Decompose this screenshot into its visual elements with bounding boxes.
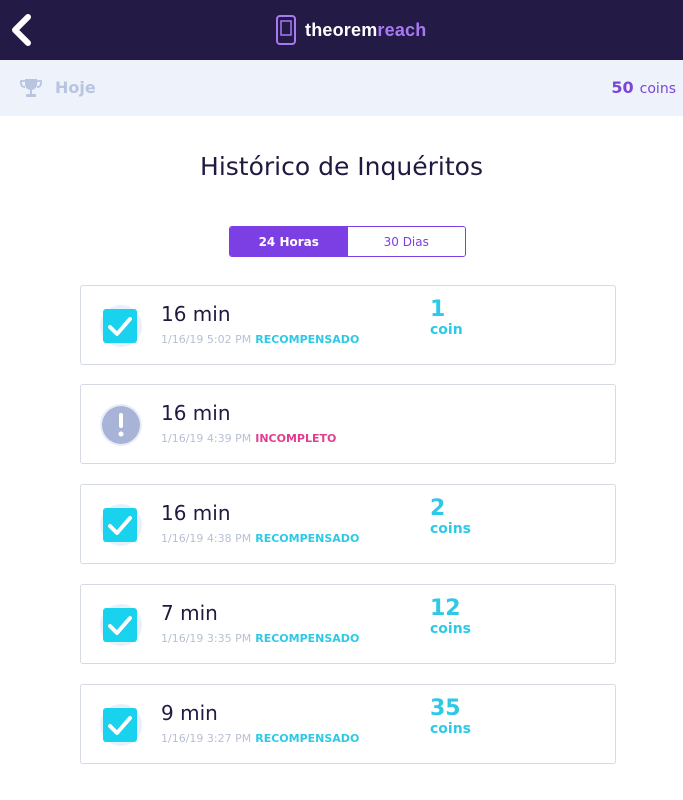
brand-name-part1: theorem [305, 19, 378, 40]
reward-amount: 1 [430, 297, 446, 322]
survey-duration: 16 min [161, 501, 231, 525]
survey-status: RECOMPENSADO [255, 632, 360, 645]
chevron-left-icon [12, 14, 31, 46]
time-range-toggle: 24 Horas 30 Dias [229, 226, 466, 257]
survey-duration: 7 min [161, 601, 218, 625]
coin-balance-value: 50 [611, 78, 634, 97]
reward-unit: coins [430, 621, 472, 637]
tab-30-days[interactable]: 30 Dias [347, 227, 465, 256]
survey-row[interactable]: 16 min 1/16/19 4:39 PM INCOMPLETO [80, 384, 616, 464]
brand-name-part2: reach [377, 19, 427, 40]
survey-datetime: 1/16/19 4:39 PM [161, 432, 252, 445]
survey-status: INCOMPLETO [255, 432, 337, 445]
survey-meta: 1/16/19 5:02 PM RECOMPENSADO [161, 333, 359, 346]
survey-meta: 1/16/19 4:38 PM RECOMPENSADO [161, 532, 359, 545]
tab-24-hours[interactable]: 24 Horas [230, 227, 348, 256]
survey-reward: 12 coins [430, 596, 472, 638]
survey-row[interactable]: 9 min 1/16/19 3:27 PM RECOMPENSADO 35 coin… [80, 684, 616, 764]
trophy-icon [20, 79, 42, 97]
top-bar: theoremreach [0, 0, 683, 60]
checkbox-checked-icon [100, 305, 142, 347]
survey-row[interactable]: 16 min 1/16/19 5:02 PM RECOMPENSADO 1 coin [80, 285, 616, 365]
reward-unit: coins [430, 521, 472, 537]
period-label: Hoje [55, 78, 96, 97]
phone-icon [276, 15, 296, 45]
survey-reward: 35 coins [430, 696, 472, 738]
survey-duration: 9 min [161, 701, 218, 725]
checkbox-checked-icon [100, 504, 142, 546]
reward-unit: coins [430, 721, 472, 737]
page-title: Histórico de Inquéritos [200, 152, 483, 181]
reward-amount: 35 [430, 696, 461, 721]
survey-reward: 2 coins [430, 496, 472, 538]
survey-datetime: 1/16/19 5:02 PM [161, 333, 252, 346]
checkbox-checked-icon [100, 704, 142, 746]
survey-row[interactable]: 7 min 1/16/19 3:35 PM RECOMPENSADO 12 coin… [80, 584, 616, 664]
survey-datetime: 1/16/19 4:38 PM [161, 532, 252, 545]
reward-amount: 2 [430, 496, 446, 521]
survey-status: RECOMPENSADO [255, 532, 360, 545]
survey-meta: 1/16/19 3:35 PM RECOMPENSADO [161, 632, 359, 645]
survey-reward: 1 coin [430, 297, 463, 339]
coin-balance: 50 coins [611, 78, 676, 97]
back-button[interactable] [8, 12, 36, 48]
survey-row[interactable]: 16 min 1/16/19 4:38 PM RECOMPENSADO 2 coin… [80, 484, 616, 564]
survey-datetime: 1/16/19 3:35 PM [161, 632, 252, 645]
coin-balance-unit: coins [639, 81, 676, 97]
survey-status: RECOMPENSADO [255, 732, 360, 745]
reward-amount: 12 [430, 596, 461, 621]
survey-meta: 1/16/19 3:27 PM RECOMPENSADO [161, 732, 359, 745]
reward-unit: coin [430, 322, 463, 338]
brand-logo: theoremreach [275, 14, 426, 46]
alert-icon [100, 404, 142, 446]
survey-duration: 16 min [161, 401, 231, 425]
survey-status: RECOMPENSADO [255, 333, 360, 346]
checkbox-checked-icon [100, 604, 142, 646]
survey-datetime: 1/16/19 3:27 PM [161, 732, 252, 745]
brand-name: theoremreach [305, 20, 426, 41]
summary-bar: Hoje 50 coins [0, 60, 683, 116]
survey-meta: 1/16/19 4:39 PM INCOMPLETO [161, 432, 336, 445]
survey-duration: 16 min [161, 302, 231, 326]
